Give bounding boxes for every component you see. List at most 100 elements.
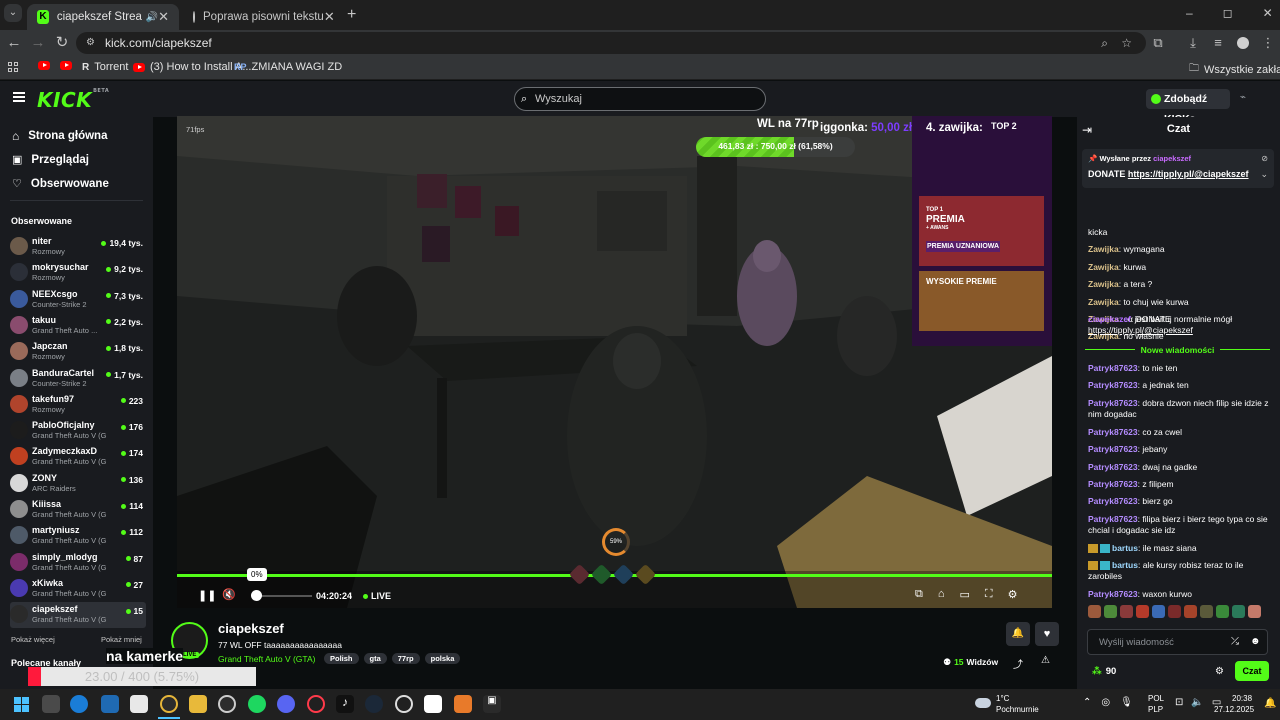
- nav-browse[interactable]: ▣ Przeglądaj: [12, 153, 89, 167]
- following-item-japczan[interactable]: Japczan Rozmowy 1,8 tys.: [10, 339, 146, 365]
- keyboard-layout[interactable]: PLP: [1148, 705, 1163, 714]
- photos-icon[interactable]: [101, 695, 119, 713]
- explorer-icon[interactable]: [189, 695, 207, 713]
- maximize-button[interactable]: ◻: [1223, 6, 1233, 20]
- opera-icon[interactable]: [307, 695, 325, 713]
- discord-icon[interactable]: [277, 695, 295, 713]
- menu-icon[interactable]: ⋮: [1258, 33, 1278, 53]
- notification-bell-icon[interactable]: 🔔: [1264, 698, 1276, 709]
- chat-send-button[interactable]: Czat: [1235, 661, 1269, 681]
- chat-username[interactable]: Zawijka: [1088, 262, 1119, 272]
- chat-username[interactable]: Patryk87623: [1088, 444, 1138, 454]
- chrome-icon[interactable]: [160, 695, 178, 713]
- chat-username[interactable]: Zawijka: [1088, 297, 1119, 307]
- back-icon[interactable]: ←: [4, 33, 24, 53]
- forward-icon[interactable]: →: [28, 33, 48, 53]
- clock-date[interactable]: 27.12.2025: [1214, 705, 1254, 714]
- chat-username[interactable]: Patryk87623: [1088, 589, 1138, 599]
- follow-heart-icon[interactable]: ♥: [1035, 622, 1059, 646]
- tag-77rp[interactable]: 77rp: [391, 653, 420, 664]
- notifications-icon[interactable]: ⌁: [1240, 92, 1246, 103]
- tray-chevron-icon[interactable]: ⌃: [1083, 697, 1091, 708]
- tag-gta[interactable]: gta: [363, 653, 387, 664]
- stream-category-link[interactable]: Grand Theft Auto V (GTA): [218, 654, 315, 664]
- unpin-icon[interactable]: ⊘: [1261, 154, 1268, 163]
- app-tray-icon[interactable]: ▣: [483, 695, 501, 713]
- following-item-zony[interactable]: ZONY ARC Raiders 136: [10, 471, 146, 497]
- notes-icon[interactable]: [424, 695, 442, 713]
- show-less-link[interactable]: Pokaż mniej: [101, 635, 142, 644]
- following-item-simply_mlodyg[interactable]: simply_mlodygGrand Theft Auto V (GTA) 87: [10, 550, 146, 576]
- steam-icon[interactable]: [365, 695, 383, 713]
- reload-icon[interactable]: ↻: [52, 33, 72, 53]
- extensions-icon[interactable]: ⧉: [1148, 33, 1168, 53]
- tag-polska[interactable]: polska: [424, 653, 461, 664]
- tiktok-icon[interactable]: ♪: [336, 695, 354, 713]
- clip-icon[interactable]: ⌂: [938, 588, 945, 601]
- spotify-icon[interactable]: [248, 695, 266, 713]
- fullscreen-icon[interactable]: ⛶: [985, 588, 993, 601]
- chat-username[interactable]: Patryk87623: [1088, 479, 1138, 489]
- chat-username[interactable]: Zawijka: [1088, 244, 1119, 254]
- following-item-banduracartel[interactable]: BanduraCartel Counter-Strike 2 1,7 tys.: [10, 366, 146, 392]
- pinned-message[interactable]: 📌 Wysłane przez ciapekszef DONATE https:…: [1082, 149, 1274, 188]
- gift-icon[interactable]: ⤰: [1231, 636, 1239, 647]
- all-bookmarks[interactable]: 🗀 Wszystkie zakładki: [1189, 61, 1280, 78]
- tab-kick-stream[interactable]: K ciapekszef Stream - Watch 🔊 ✕: [27, 4, 179, 30]
- emote-icon[interactable]: [1136, 605, 1149, 618]
- following-item-neexcsgo[interactable]: NEEXcsgo Counter-Strike 2 7,3 tys.: [10, 287, 146, 313]
- following-item-mokrysuchar[interactable]: mokrysuchar Rozmowy 9,2 tys.: [10, 260, 146, 286]
- tab-close-icon[interactable]: ✕: [324, 9, 335, 25]
- clock-time[interactable]: 20:38: [1232, 694, 1252, 703]
- tray-headset-icon[interactable]: ◎: [1101, 697, 1110, 708]
- following-item-xkiwka[interactable]: xKiwkaGrand Theft Auto V (GTA) 27: [10, 576, 146, 602]
- emote-icon[interactable]: [1248, 605, 1261, 618]
- settings-gear-icon[interactable]: ⚙: [1008, 588, 1018, 601]
- streamer-name[interactable]: ciapekszef: [218, 621, 284, 636]
- report-icon[interactable]: ⚠: [1041, 655, 1050, 666]
- emote-icon[interactable]: [1088, 605, 1101, 618]
- language-code[interactable]: POL: [1148, 694, 1164, 703]
- chat-username[interactable]: Patryk87623: [1088, 427, 1138, 437]
- chat-username[interactable]: Patryk87623: [1088, 462, 1138, 472]
- profile-avatar[interactable]: [1237, 37, 1249, 49]
- emote-icon[interactable]: [1168, 605, 1181, 618]
- store-icon[interactable]: [130, 695, 148, 713]
- following-item-martyniusz[interactable]: martyniuszGrand Theft Auto V (GT... 112: [10, 523, 146, 549]
- notify-bell-icon[interactable]: 🔔: [1006, 622, 1030, 646]
- tag-polish[interactable]: Polish: [324, 653, 359, 664]
- kick-logo[interactable]: KICKBETA: [37, 88, 109, 112]
- emoji-icon[interactable]: ☻: [1250, 636, 1261, 647]
- show-more-link[interactable]: Pokaż więcej: [11, 635, 55, 644]
- emote-icon[interactable]: [1184, 605, 1197, 618]
- chat-input[interactable]: Wyślij wiadomość ⤰ ☻: [1087, 629, 1268, 655]
- zoom-icon[interactable]: ⌕: [1101, 32, 1108, 54]
- bookmark-star-icon[interactable]: ☆: [1121, 32, 1132, 54]
- emote-icon[interactable]: [1232, 605, 1245, 618]
- emote-icon[interactable]: [1104, 605, 1117, 618]
- search-input[interactable]: ⌕ Wyszukaj: [514, 87, 766, 111]
- app-orange-icon[interactable]: [454, 695, 472, 713]
- task-view-icon[interactable]: [42, 695, 60, 713]
- emote-icon[interactable]: [1200, 605, 1213, 618]
- volume-knob[interactable]: [251, 590, 262, 601]
- chat-username[interactable]: Patryk87623: [1088, 496, 1138, 506]
- channel-points[interactable]: ⁂ 90: [1092, 666, 1116, 677]
- tab-poprawa[interactable]: Poprawa pisowni tekstu ✕: [183, 4, 343, 30]
- download-icon[interactable]: ⤓: [1183, 33, 1203, 53]
- url-field[interactable]: ⚙ kick.com/ciapekszef ⌕ ☆: [76, 32, 1146, 54]
- nav-following[interactable]: ♡ Obserwowane: [12, 177, 109, 191]
- following-item-ciapekszef[interactable]: ciapekszefGrand Theft Auto V (GTA) 15: [10, 602, 146, 629]
- emote-icon[interactable]: [1216, 605, 1229, 618]
- bookmark-torrent[interactable]: R Torrent: [82, 61, 128, 73]
- network-icon[interactable]: ⊡: [1175, 697, 1183, 708]
- media-icon[interactable]: ≡: [1208, 33, 1228, 53]
- tab-search-icon[interactable]: ⌄: [4, 4, 22, 22]
- chat-settings-gear-icon[interactable]: ⚙: [1215, 666, 1224, 677]
- bookmark-youtube-2[interactable]: [60, 61, 72, 70]
- media-player-icon[interactable]: [218, 695, 236, 713]
- bookmark-zmiana[interactable]: RP ZMIANA WAGI ZD: [234, 61, 342, 73]
- theater-icon[interactable]: ▭: [960, 588, 970, 601]
- chat-username[interactable]: bartus: [1112, 543, 1138, 553]
- emote-icon[interactable]: [1152, 605, 1165, 618]
